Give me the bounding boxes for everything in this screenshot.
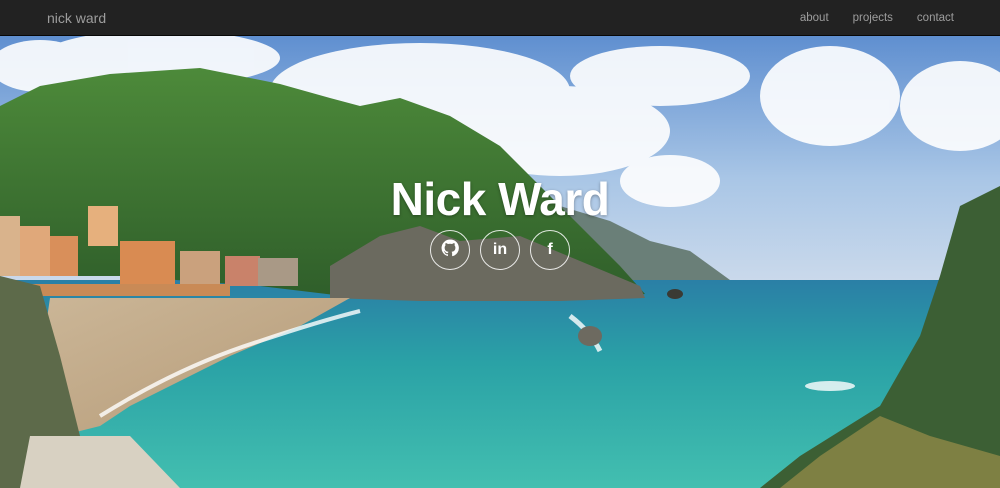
github-button[interactable] [430, 230, 470, 270]
nav-link-contact[interactable]: contact [917, 12, 954, 24]
github-icon [441, 239, 459, 262]
navbar: nick ward about projects contact [0, 0, 1000, 36]
hero-title: Nick Ward [390, 173, 610, 225]
nav-link-projects[interactable]: projects [853, 12, 893, 24]
facebook-icon: f [547, 241, 553, 258]
hero-content: Nick Ward in f [0, 172, 1000, 270]
linkedin-button[interactable]: in [480, 230, 520, 270]
nav-links: about projects contact [776, 12, 954, 24]
nav-link-about[interactable]: about [800, 12, 829, 24]
linkedin-icon: in [492, 241, 508, 258]
hero-section: Nick Ward in f [0, 36, 1000, 488]
facebook-button[interactable]: f [530, 230, 570, 270]
social-links: in f [430, 230, 570, 270]
brand-link[interactable]: nick ward [47, 10, 106, 26]
